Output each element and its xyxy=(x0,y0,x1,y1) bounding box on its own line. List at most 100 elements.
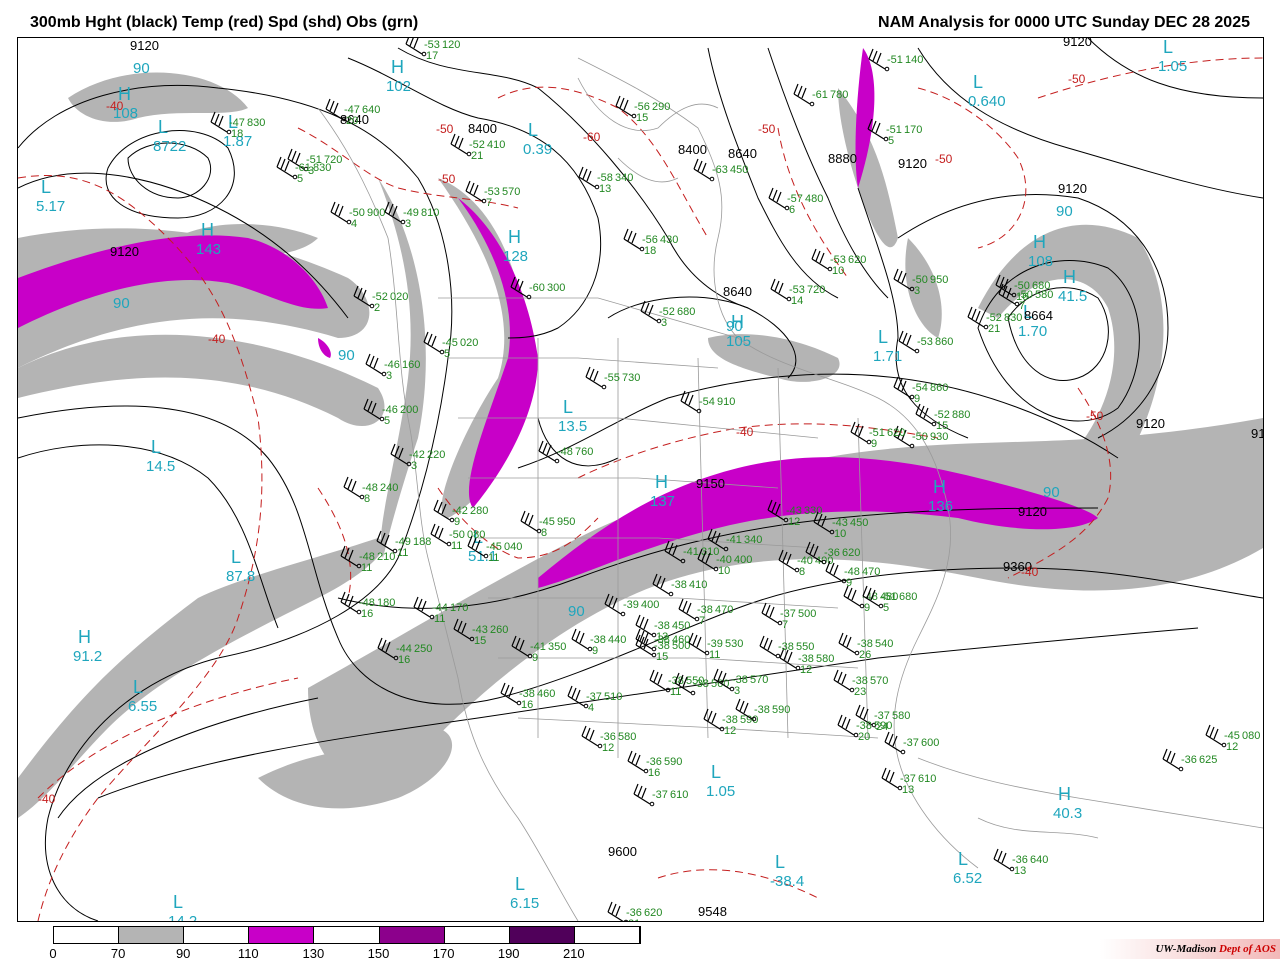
obs-dewpoint-depression: 4 xyxy=(588,702,594,714)
legend-tick-label: 150 xyxy=(367,946,390,961)
height-label: 9600 xyxy=(608,844,637,859)
obs-height: 910 xyxy=(717,396,735,408)
obs-dewpoint-depression: 3 xyxy=(411,460,417,472)
center-value: 91.2 xyxy=(73,648,102,665)
height-label: 9120 xyxy=(1136,416,1165,431)
wind-barb xyxy=(423,331,441,353)
obs-height: 580 xyxy=(892,710,910,722)
obs-height: 620 xyxy=(842,547,860,559)
obs-dewpoint-depression: 18 xyxy=(231,128,243,140)
obs-temperature: -37 xyxy=(652,789,668,801)
low-center: L6.15 xyxy=(510,874,539,912)
obs-height: 625 xyxy=(1199,754,1217,766)
obs-dewpoint-depression: 9 xyxy=(532,652,538,664)
border xyxy=(438,297,739,339)
obs-temperature: -53 xyxy=(917,336,933,348)
obs-height: 590 xyxy=(664,756,682,768)
center-value: 6.52 xyxy=(953,870,982,887)
station-dot xyxy=(649,801,655,807)
wind-barb xyxy=(330,201,348,223)
obs-height: 430 xyxy=(660,234,678,246)
high-center: H128 xyxy=(503,227,528,265)
center-value: 105 xyxy=(726,333,751,350)
obs-height: 400 xyxy=(734,554,752,566)
obs-height: 470 xyxy=(715,604,733,616)
temperature-label: -50 xyxy=(758,122,776,136)
obs-dewpoint-depression: 9 xyxy=(454,516,460,528)
center-type: L xyxy=(958,849,968,869)
station-plot: -51 140 xyxy=(868,48,923,72)
legend-swatch xyxy=(379,927,445,943)
low-center: L1.05 xyxy=(1158,38,1187,75)
obs-height: 640 xyxy=(1030,854,1048,866)
speed-label: 90 xyxy=(113,295,130,312)
station-plot: -38 46016 xyxy=(500,682,555,711)
obs-height: 220 xyxy=(427,449,445,461)
obs-temperature: -60 xyxy=(529,282,545,294)
center-value: 14.5 xyxy=(146,458,175,475)
map-canvas: L8722H108L5.17H102L1.87H143H128L0.39L14.… xyxy=(18,38,1263,921)
obs-height: 350 xyxy=(548,641,566,653)
legend-swatch xyxy=(249,927,315,943)
station-plot: -45 0205 xyxy=(423,331,478,360)
obs-height: 020 xyxy=(390,291,408,303)
low-center: L87.8 xyxy=(226,547,255,585)
legend-tick-label: 70 xyxy=(110,946,126,961)
obs-dewpoint-depression: 5 xyxy=(384,415,390,427)
obs-height: 300 xyxy=(547,282,565,294)
height-label: 9120 xyxy=(1063,38,1092,49)
station-plot: -52 88015 xyxy=(915,403,970,432)
obs-height: 440 xyxy=(608,634,626,646)
legend-tick-label: 0 xyxy=(49,946,57,961)
station-plot: -3662021 xyxy=(607,901,662,921)
obs-height: 570 xyxy=(502,186,520,198)
obs-height: 240 xyxy=(380,482,398,494)
obs-height: 830 xyxy=(247,117,265,129)
obs-dewpoint-depression: 3 xyxy=(734,685,740,697)
wind-barb xyxy=(768,187,786,209)
station-plot: -38 59012 xyxy=(703,708,758,737)
obs-height: 188 xyxy=(413,536,431,548)
obs-height: 180 xyxy=(377,597,395,609)
center-type: H xyxy=(1063,267,1076,287)
coastline xyxy=(917,757,1263,829)
obs-dewpoint-depression: 21 xyxy=(471,150,483,162)
station-dot xyxy=(775,653,781,659)
obs-height: 610 xyxy=(918,773,936,785)
station-plot: -53 860 xyxy=(898,330,953,354)
center-value: 1.71 xyxy=(873,348,902,365)
wind-barb xyxy=(693,158,711,180)
obs-height: 260 xyxy=(490,624,508,636)
obs-dewpoint-depression: 16 xyxy=(648,767,660,779)
obs-height: 580 xyxy=(816,653,834,665)
legend-swatch xyxy=(509,927,575,943)
speed-legend xyxy=(53,926,641,944)
station-plot: -37 5007 xyxy=(761,602,816,631)
obs-height: 530 xyxy=(725,638,743,650)
obs-dewpoint-depression: 21 xyxy=(988,323,1000,335)
obs-dewpoint-depression: 6 xyxy=(789,204,795,216)
station-plot: -58 34013 xyxy=(578,166,633,195)
temperature-label: -40 xyxy=(208,332,226,346)
center-value: 137 xyxy=(650,493,675,510)
obs-dewpoint-depression: 13 xyxy=(599,183,611,195)
height-label: 9120 xyxy=(1251,426,1263,441)
center-value: 102 xyxy=(386,78,411,95)
wind-barb xyxy=(649,669,667,691)
obs-height: 930 xyxy=(930,431,948,443)
station-dot xyxy=(554,458,560,464)
obs-height: 560 xyxy=(711,678,729,690)
station-plot: -56 29015 xyxy=(615,95,670,124)
obs-dewpoint-depression: 11 xyxy=(709,649,720,661)
wind-barb xyxy=(884,731,902,753)
obs-height: 590 xyxy=(772,704,790,716)
speed-label: 90 xyxy=(133,60,150,77)
center-value: 1.05 xyxy=(1158,58,1187,75)
temp-contour xyxy=(917,87,1027,249)
obs-dewpoint-depression: 9 xyxy=(871,438,877,450)
wind-barb xyxy=(868,48,886,70)
obs-height: 400 xyxy=(641,599,659,611)
center-value: 128 xyxy=(503,248,528,265)
obs-height: 550 xyxy=(796,641,814,653)
center-value: 1.70 xyxy=(1018,323,1047,340)
